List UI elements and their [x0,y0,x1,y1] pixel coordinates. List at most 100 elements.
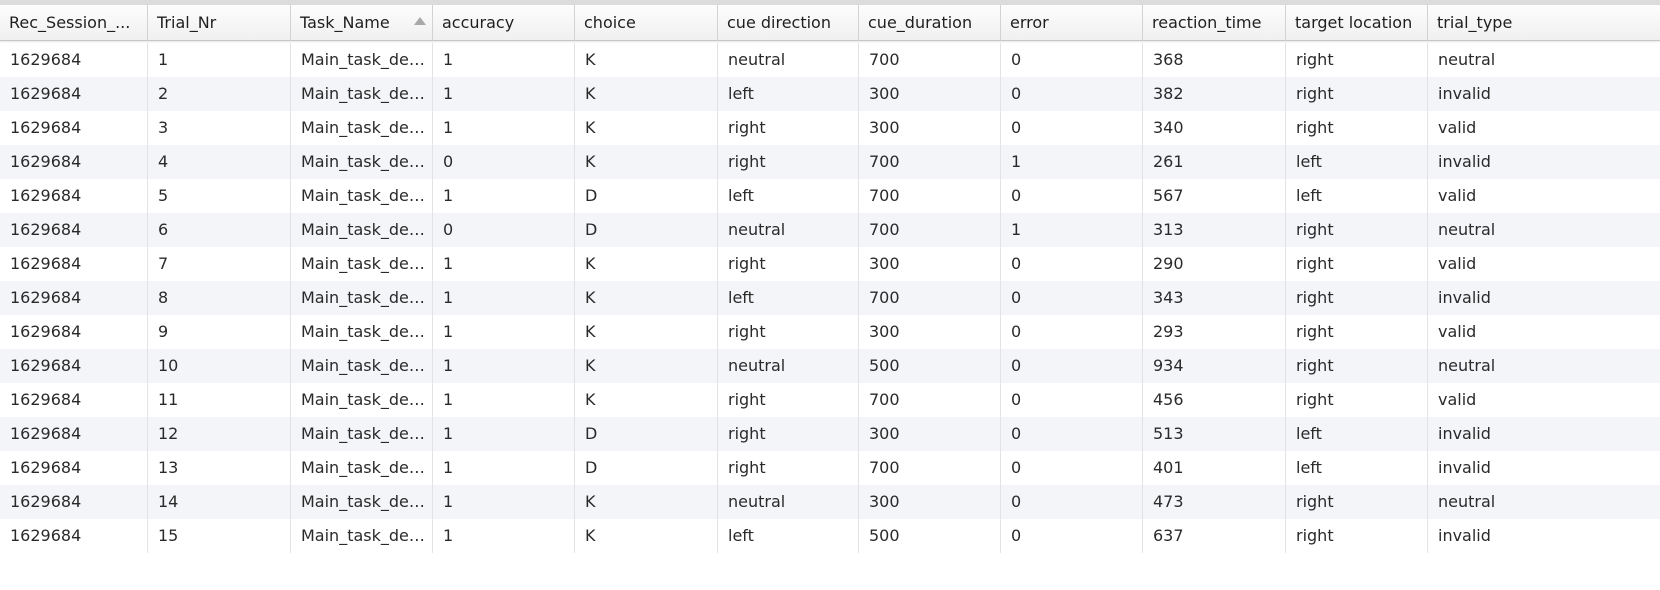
cell-rec-session[interactable]: 1629684 [0,383,148,417]
cell-trial-type[interactable]: neutral [1428,485,1660,519]
cell-trial-type[interactable]: invalid [1428,451,1660,485]
cell-cue-direction[interactable]: neutral [718,349,859,383]
cell-accuracy[interactable]: 1 [433,417,575,451]
cell-accuracy[interactable]: 1 [433,519,575,553]
cell-trial-type[interactable]: neutral [1428,349,1660,383]
cell-error[interactable]: 0 [1001,43,1143,77]
cell-reaction-time[interactable]: 934 [1143,349,1286,383]
cell-error[interactable]: 0 [1001,111,1143,145]
cell-reaction-time[interactable]: 513 [1143,417,1286,451]
cell-target-location[interactable]: right [1286,213,1428,247]
cell-choice[interactable]: K [575,485,718,519]
column-header-rec-session[interactable]: Rec_Session_... [0,5,148,40]
cell-trial-type[interactable]: neutral [1428,213,1660,247]
cell-rec-session[interactable]: 1629684 [0,485,148,519]
cell-choice[interactable]: K [575,383,718,417]
cell-choice[interactable]: K [575,43,718,77]
table-row[interactable]: 1629684 8 Main_task_des... 1 Kleft 700 0 343 rig… [0,281,1660,315]
cell-cue-direction[interactable]: left [718,281,859,315]
cell-reaction-time[interactable]: 290 [1143,247,1286,281]
column-header-trial-nr[interactable]: Trial_Nr [148,5,291,40]
cell-cue-direction[interactable]: left [718,519,859,553]
table-row[interactable]: 1629684 14 Main_task_des... 1 Kneutral 300 0 47… [0,485,1660,519]
cell-reaction-time[interactable]: 343 [1143,281,1286,315]
column-header-reaction-time[interactable]: reaction_time [1143,5,1286,40]
column-header-trial-type[interactable]: trial_type [1428,5,1660,40]
cell-rec-session[interactable]: 1629684 [0,145,148,179]
cell-target-location[interactable]: right [1286,281,1428,315]
cell-task-name[interactable]: Main_task_des... [291,145,433,179]
table-row[interactable]: 1629684 6 Main_task_des... 0 Dneutral 700 1 313… [0,213,1660,247]
cell-choice[interactable]: K [575,315,718,349]
column-header-cue-duration[interactable]: cue_duration [859,5,1001,40]
cell-trial-type[interactable]: valid [1428,383,1660,417]
cell-trial-nr[interactable]: 12 [148,417,291,451]
cell-target-location[interactable]: right [1286,43,1428,77]
cell-trial-nr[interactable]: 14 [148,485,291,519]
cell-target-location[interactable]: right [1286,349,1428,383]
cell-cue-direction[interactable]: neutral [718,485,859,519]
cell-error[interactable]: 0 [1001,77,1143,111]
cell-target-location[interactable]: left [1286,145,1428,179]
cell-trial-nr[interactable]: 10 [148,349,291,383]
cell-cue-duration[interactable]: 700 [859,383,1001,417]
cell-rec-session[interactable]: 1629684 [0,451,148,485]
column-header-target-location[interactable]: target location [1286,5,1428,40]
cell-target-location[interactable]: right [1286,77,1428,111]
cell-choice[interactable]: K [575,519,718,553]
cell-error[interactable]: 0 [1001,179,1143,213]
column-header-choice[interactable]: choice [575,5,718,40]
cell-task-name[interactable]: Main_task_des... [291,315,433,349]
cell-reaction-time[interactable]: 313 [1143,213,1286,247]
cell-rec-session[interactable]: 1629684 [0,247,148,281]
cell-rec-session[interactable]: 1629684 [0,43,148,77]
cell-cue-direction[interactable]: left [718,77,859,111]
cell-reaction-time[interactable]: 261 [1143,145,1286,179]
cell-reaction-time[interactable]: 382 [1143,77,1286,111]
table-row[interactable]: 1629684 15 Main_task_des... 1 Kleft 500 0 637 ri… [0,519,1660,553]
cell-rec-session[interactable]: 1629684 [0,281,148,315]
cell-error[interactable]: 0 [1001,519,1143,553]
cell-cue-duration[interactable]: 300 [859,111,1001,145]
cell-trial-nr[interactable]: 2 [148,77,291,111]
cell-accuracy[interactable]: 1 [433,77,575,111]
cell-trial-type[interactable]: neutral [1428,43,1660,77]
cell-trial-nr[interactable]: 13 [148,451,291,485]
cell-trial-type[interactable]: invalid [1428,145,1660,179]
cell-trial-nr[interactable]: 9 [148,315,291,349]
cell-trial-type[interactable]: invalid [1428,281,1660,315]
cell-choice[interactable]: K [575,111,718,145]
table-row[interactable]: 1629684 12 Main_task_des... 1 Dright 300 0 513 l… [0,417,1660,451]
cell-trial-nr[interactable]: 4 [148,145,291,179]
table-row[interactable]: 1629684 13 Main_task_des... 1 Dright 700 0 401 l… [0,451,1660,485]
cell-accuracy[interactable]: 1 [433,315,575,349]
cell-choice[interactable]: K [575,247,718,281]
cell-accuracy[interactable]: 0 [433,145,575,179]
table-row[interactable]: 1629684 11 Main_task_des... 1 Kright 700 0 456 r… [0,383,1660,417]
cell-rec-session[interactable]: 1629684 [0,315,148,349]
cell-choice[interactable]: D [575,451,718,485]
table-row[interactable]: 1629684 4 Main_task_des... 0 Kright 700 1 261 le… [0,145,1660,179]
cell-cue-duration[interactable]: 300 [859,315,1001,349]
cell-cue-duration[interactable]: 500 [859,519,1001,553]
cell-rec-session[interactable]: 1629684 [0,349,148,383]
cell-accuracy[interactable]: 1 [433,247,575,281]
cell-cue-duration[interactable]: 300 [859,417,1001,451]
cell-target-location[interactable]: right [1286,247,1428,281]
cell-target-location[interactable]: right [1286,383,1428,417]
cell-choice[interactable]: D [575,179,718,213]
cell-error[interactable]: 1 [1001,145,1143,179]
cell-accuracy[interactable]: 1 [433,383,575,417]
cell-accuracy[interactable]: 1 [433,349,575,383]
cell-accuracy[interactable]: 0 [433,213,575,247]
cell-reaction-time[interactable]: 401 [1143,451,1286,485]
table-row[interactable]: 1629684 9 Main_task_des... 1 Kright 300 0 293 ri… [0,315,1660,349]
cell-cue-duration[interactable]: 300 [859,77,1001,111]
cell-task-name[interactable]: Main_task_des... [291,213,433,247]
cell-cue-direction[interactable]: neutral [718,213,859,247]
cell-cue-duration[interactable]: 300 [859,247,1001,281]
cell-choice[interactable]: K [575,77,718,111]
cell-trial-nr[interactable]: 15 [148,519,291,553]
column-header-task-name[interactable]: Task_Name [291,5,433,40]
cell-cue-duration[interactable]: 500 [859,349,1001,383]
